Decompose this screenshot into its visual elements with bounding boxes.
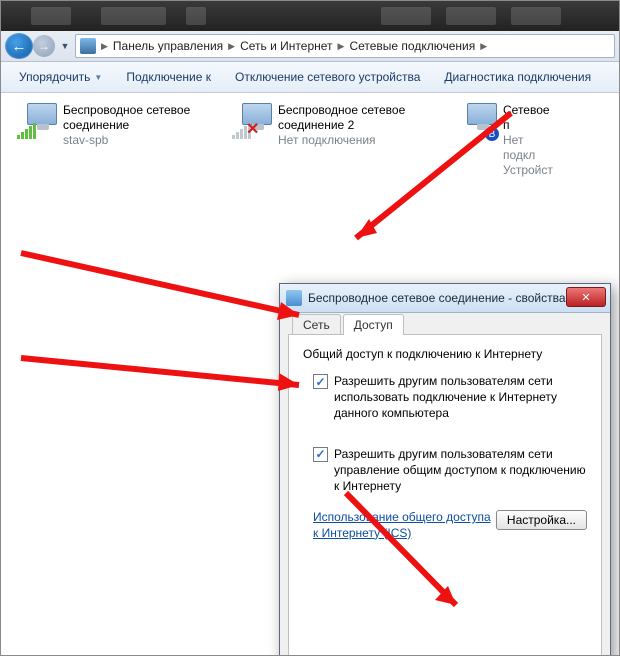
breadcrumb-item[interactable]: Панель управления	[113, 39, 223, 53]
toolbar-organize[interactable]: Упорядочить▼	[7, 62, 114, 92]
chevron-right-icon: ▶	[335, 41, 348, 52]
tab-network[interactable]: Сеть	[292, 314, 341, 335]
toolbar-diagnose[interactable]: Диагностика подключения	[432, 62, 603, 92]
close-button[interactable]: ✕	[566, 287, 606, 307]
nav-history-dropdown[interactable]: ▼	[59, 35, 71, 57]
disconnected-icon: ✕	[246, 119, 259, 139]
connection-status: Нет подкл	[503, 133, 557, 163]
nav-back-button[interactable]: ←	[5, 33, 33, 59]
group-label: Общий доступ к подключению к Интернету	[289, 335, 601, 369]
chevron-right-icon: ▶	[225, 41, 238, 52]
connection-status: stav-spb	[63, 133, 192, 148]
toolbar-connect[interactable]: Подключение к	[114, 62, 223, 92]
connection-item[interactable]: B Сетевое п Нет подкл Устройст	[457, 103, 557, 178]
chevron-right-icon: ▶	[477, 41, 490, 52]
properties-dialog: Беспроводное сетевое соединение - свойст…	[279, 283, 611, 656]
dialog-titlebar[interactable]: Беспроводное сетевое соединение - свойст…	[280, 284, 610, 313]
dialog-title: Беспроводное сетевое соединение - свойст…	[308, 291, 566, 305]
adapter-icon	[286, 290, 302, 306]
checkbox-allow-control-label: Разрешить другим пользователям сети упра…	[334, 446, 587, 495]
breadcrumb-item[interactable]: Сеть и Интернет	[240, 39, 332, 53]
connection-name: Сетевое п	[503, 103, 557, 133]
connection-name: Беспроводное сетевое соединение 2	[278, 103, 417, 133]
checkbox-allow-share[interactable]	[313, 374, 328, 389]
navigation-bar: ← → ▼ ▶ Панель управления ▶ Сеть и Интер…	[1, 31, 619, 62]
breadcrumb-item[interactable]: Сетевые подключения	[349, 39, 475, 53]
connection-item[interactable]: Беспроводное сетевое соединение stav-spb	[17, 103, 192, 148]
ics-help-link[interactable]: Использование общего доступа к Интернету…	[313, 510, 493, 541]
toolbar: Упорядочить▼ Подключение к Отключение се…	[1, 62, 619, 93]
checkbox-allow-control[interactable]	[313, 447, 328, 462]
connection-name: Беспроводное сетевое соединение	[63, 103, 192, 133]
address-bar[interactable]: ▶ Панель управления ▶ Сеть и Интернет ▶ …	[75, 34, 615, 58]
connection-device: Устройст	[503, 163, 557, 178]
toolbar-disable-device[interactable]: Отключение сетевого устройства	[223, 62, 432, 92]
bluetooth-adapter-icon: B	[457, 103, 497, 139]
wifi-adapter-icon: ✕	[232, 103, 272, 139]
settings-button[interactable]: Настройка...	[496, 510, 587, 530]
connection-status: Нет подключения	[278, 133, 417, 148]
chevron-right-icon: ▶	[98, 41, 111, 52]
wifi-adapter-icon	[17, 103, 57, 139]
connection-item[interactable]: ✕ Беспроводное сетевое соединение 2 Нет …	[232, 103, 417, 148]
checkbox-allow-share-label: Разрешить другим пользователям сети испо…	[334, 373, 587, 422]
bluetooth-icon: B	[485, 127, 499, 141]
control-panel-icon	[80, 38, 96, 54]
nav-forward-button[interactable]: →	[33, 35, 55, 57]
tab-sharing[interactable]: Доступ	[343, 314, 404, 335]
window-titlebar	[1, 1, 619, 31]
